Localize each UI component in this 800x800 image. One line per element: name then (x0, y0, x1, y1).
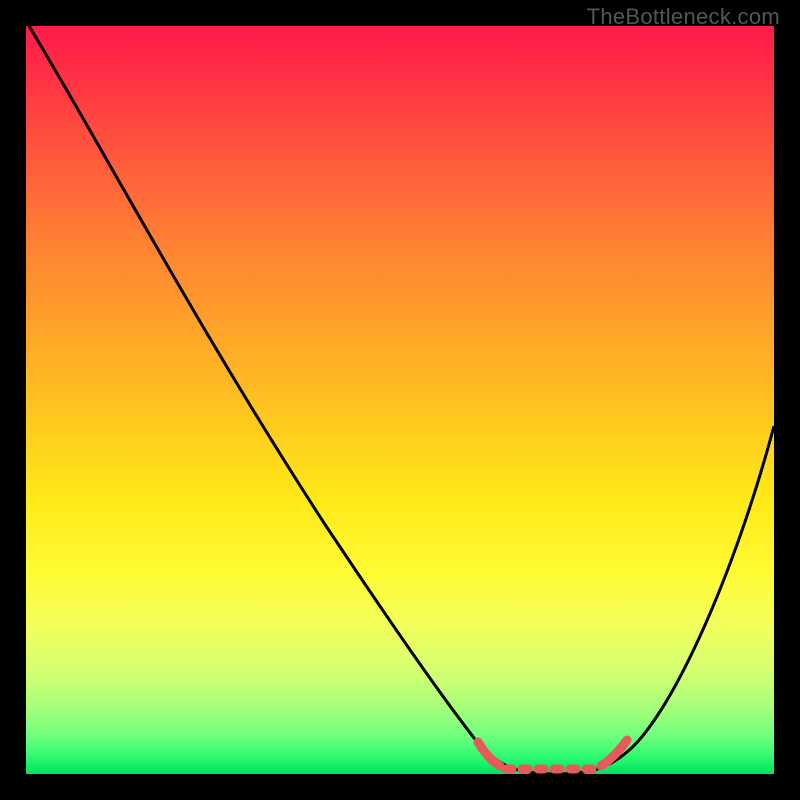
bottleneck-curve (29, 26, 774, 774)
chart-frame: TheBottleneck.com (0, 0, 800, 800)
watermark-text: TheBottleneck.com (587, 4, 780, 30)
curve-layer (26, 26, 774, 774)
plot-area (26, 26, 774, 774)
highlight-left-cap (478, 742, 500, 766)
